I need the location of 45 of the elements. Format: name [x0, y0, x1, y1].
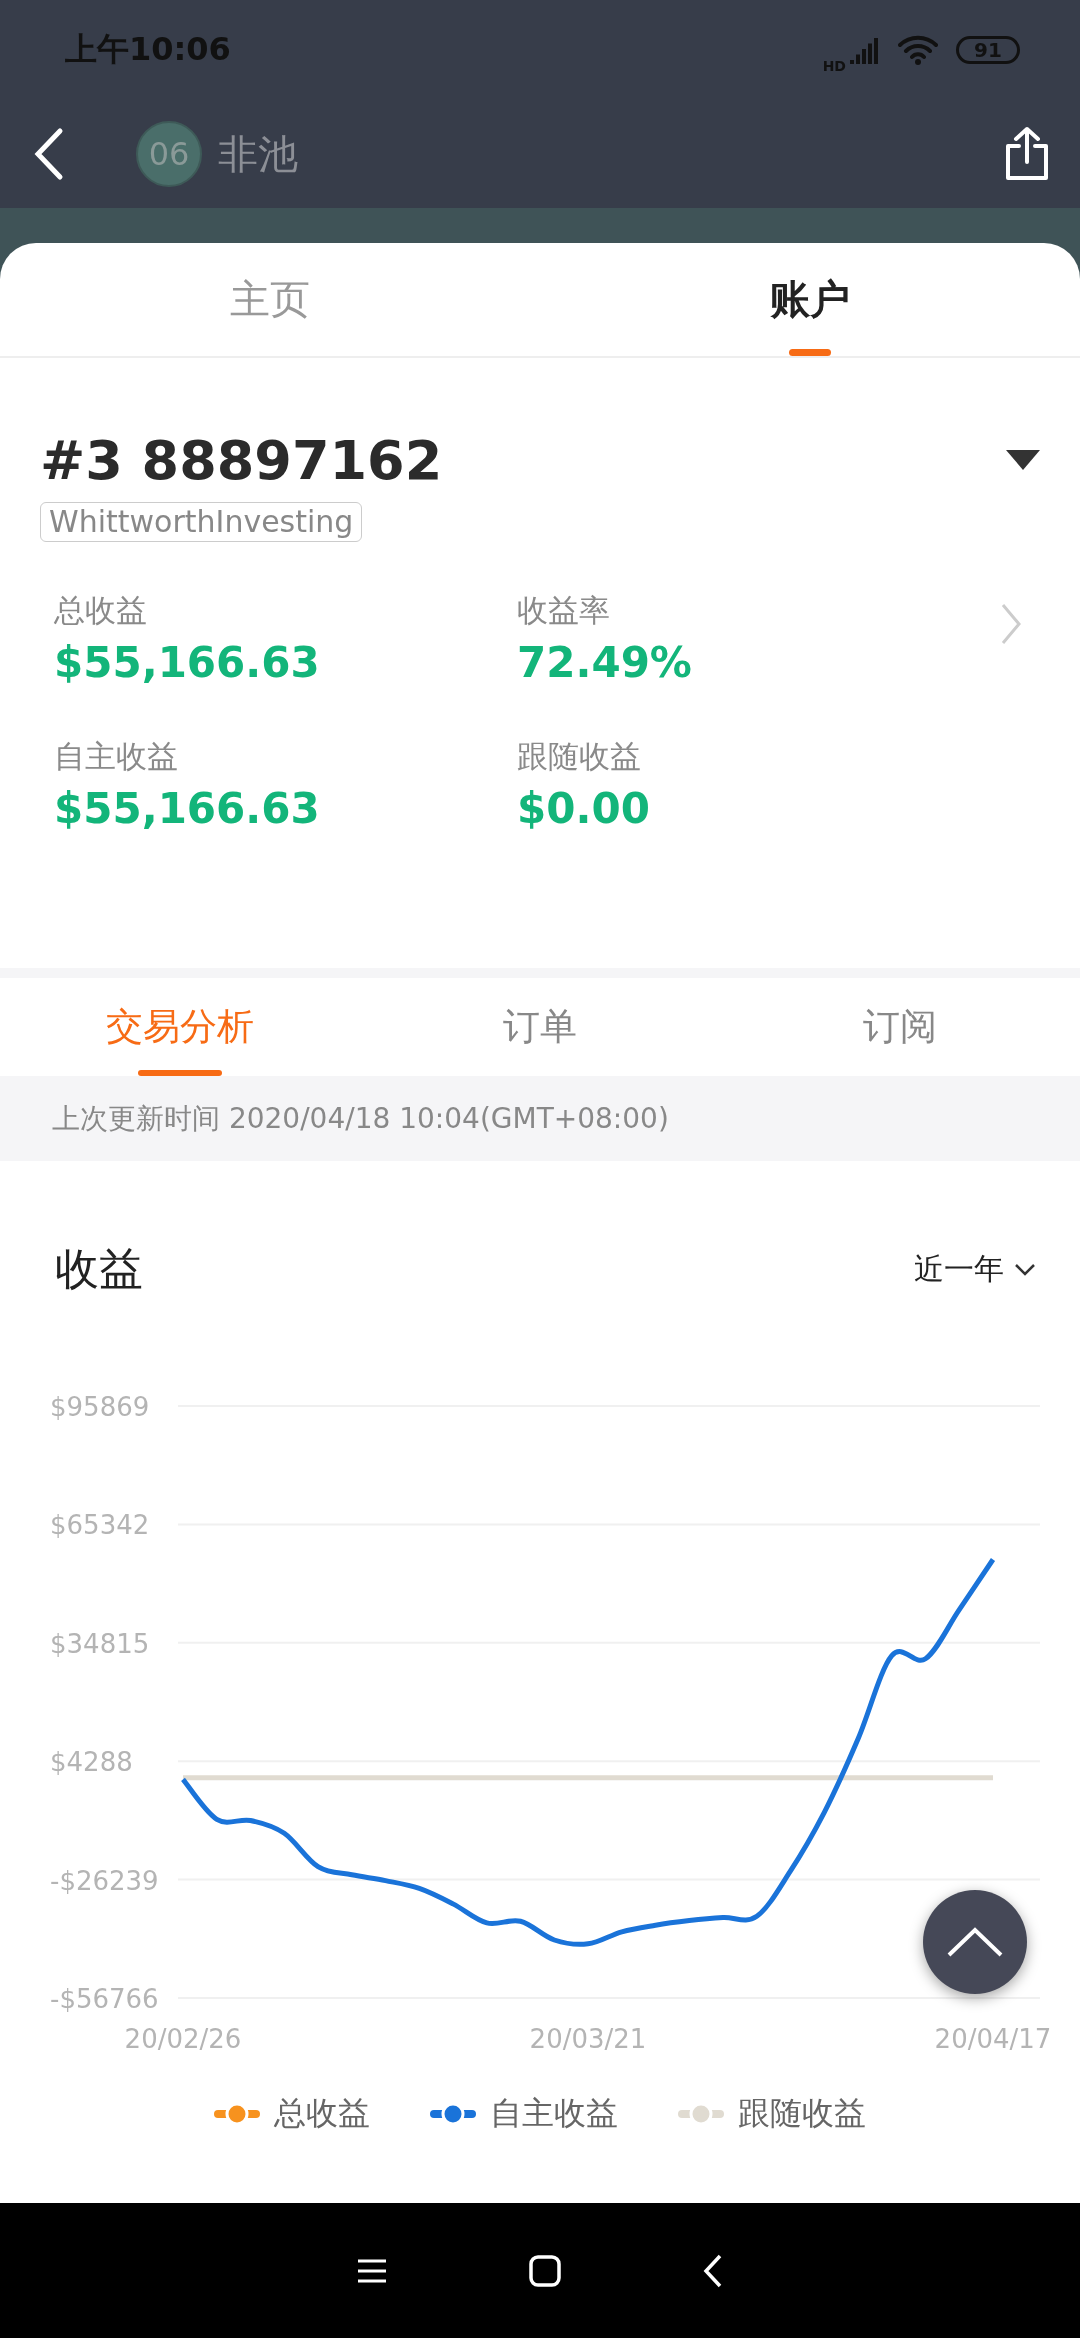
stat-value: 72.49% — [517, 637, 693, 689]
stat-label: 总收益 — [54, 591, 148, 630]
legend-label: 总收益 — [274, 2093, 370, 2134]
wifi-icon — [898, 35, 938, 65]
sub-tab[interactable]: 交易分析 — [0, 978, 360, 1076]
scroll-top-button[interactable] — [923, 1890, 1027, 1994]
x-axis-label: 20/02/26 — [124, 2024, 242, 2054]
account-number: #3 88897162 — [40, 428, 443, 492]
battery-indicator: 91 — [956, 36, 1020, 64]
tab[interactable]: 主页 — [0, 243, 540, 356]
sub-tab[interactable]: 订阅 — [720, 978, 1080, 1076]
dropdown-icon[interactable] — [1006, 450, 1040, 470]
sub-tab[interactable]: 订单 — [360, 978, 720, 1076]
chevron-down-icon — [1014, 1262, 1036, 1277]
x-axis-label: 20/04/17 — [934, 2024, 1052, 2054]
chevron-up-icon — [945, 1925, 1005, 1959]
y-axis-label: $4288 — [50, 1747, 133, 1778]
y-axis-label: $34815 — [50, 1628, 150, 1659]
tab[interactable]: 账户 — [540, 243, 1080, 356]
stat-value: $55,166.63 — [54, 783, 321, 835]
y-axis-label: $95869 — [50, 1392, 150, 1422]
stat-value: $55,166.63 — [54, 637, 321, 689]
legend-label: 跟随收益 — [738, 2093, 866, 2134]
stat-value: $0.00 — [517, 783, 651, 835]
update-time: 上次更新时间 2020/04/18 10:04(GMT+08:00) — [52, 1100, 669, 1137]
period-dropdown[interactable]: 近一年 — [914, 1249, 1036, 1290]
back-icon[interactable] — [702, 2252, 724, 2289]
menu-icon[interactable] — [356, 2257, 388, 2284]
y-axis-label: $65342 — [50, 1510, 150, 1541]
stat-label: 收益率 — [517, 591, 611, 630]
home-icon[interactable] — [528, 2253, 562, 2288]
stat-label: 自主收益 — [54, 737, 179, 776]
user-name: 非池 — [218, 129, 299, 179]
account-tag: WhittworthInvesting — [40, 502, 363, 542]
legend-label: 自主收益 — [490, 2093, 618, 2134]
chart-title: 收益 — [55, 1242, 143, 1296]
y-axis-label: -$56766 — [50, 1984, 159, 2014]
signal-icon — [850, 36, 880, 64]
avatar: 06 — [136, 121, 202, 187]
network-type: HD — [822, 58, 846, 74]
x-axis-label: 20/03/21 — [529, 2024, 647, 2054]
y-axis-label: -$26239 — [50, 1865, 159, 1896]
stat-label: 跟随收益 — [517, 737, 642, 776]
share-button[interactable] — [1004, 126, 1050, 182]
status-time: 上午10:06 — [65, 29, 232, 70]
